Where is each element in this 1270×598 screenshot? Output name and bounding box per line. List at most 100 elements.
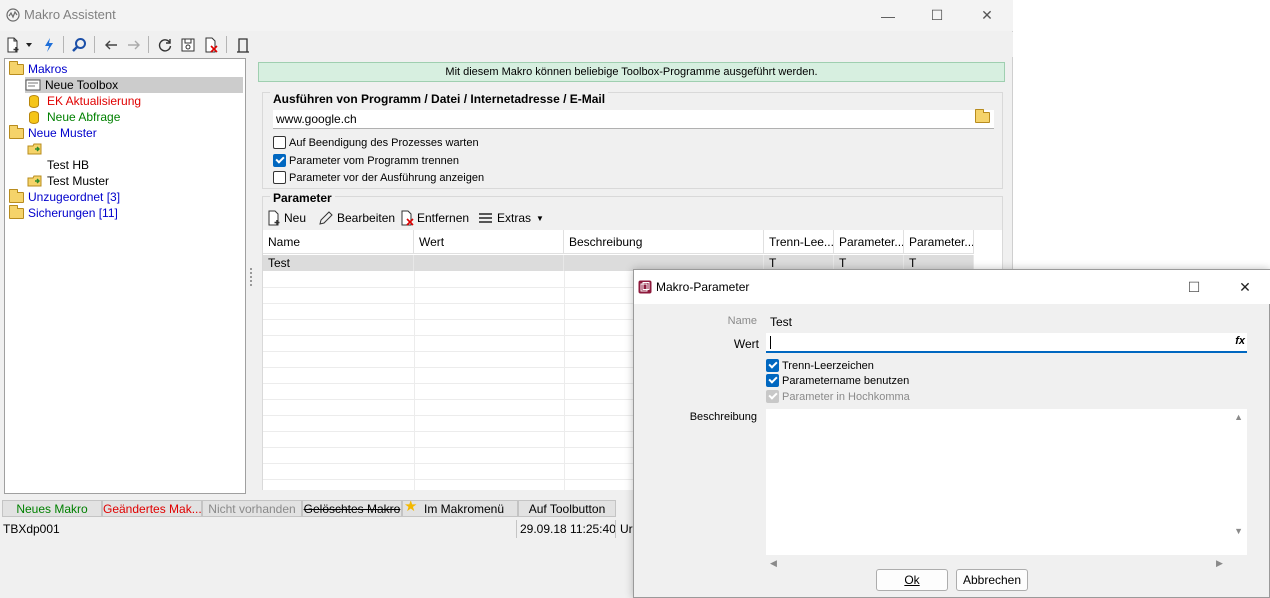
folder-icon	[9, 188, 24, 203]
checkbox[interactable]	[766, 374, 779, 387]
dialog-close-button[interactable]: ✕	[1222, 272, 1268, 303]
status-id: TBXdp001	[3, 522, 60, 536]
tree-item-label: Neue Muster	[28, 126, 97, 140]
close-icon: ✕	[981, 7, 993, 23]
exit-button[interactable]	[232, 34, 254, 55]
param-edit-label: Bearbeiten	[337, 211, 396, 225]
name-value: Test	[770, 315, 793, 329]
checkbox[interactable]	[766, 390, 779, 403]
column-header-param2[interactable]: Parameter...	[904, 230, 974, 254]
forward-button[interactable]	[123, 34, 145, 55]
splitter-handle[interactable]	[250, 268, 252, 286]
column-header-wert[interactable]: Wert	[414, 230, 564, 254]
formula-icon[interactable]: fx	[1235, 335, 1245, 347]
new-button[interactable]	[2, 34, 24, 55]
checkbox[interactable]	[273, 154, 286, 167]
scroll-down-icon[interactable]: ▼	[1234, 526, 1243, 536]
table-cell	[414, 255, 564, 271]
ok-label: Ok	[904, 573, 920, 587]
toolbar-separator	[148, 36, 149, 53]
option-wait-process[interactable]: Auf Beendigung des Prozesses warten	[273, 136, 479, 149]
tree-item-neue-toolbox[interactable]: Neue Toolbox	[25, 77, 243, 93]
status-user: Ur	[620, 522, 633, 536]
database-icon	[29, 110, 39, 124]
tree-item-sicherungen[interactable]: Sicherungen [11]	[9, 204, 118, 221]
new-icon	[268, 210, 280, 226]
run-icon	[45, 37, 53, 52]
legend-missing-macro: Nicht vorhanden	[202, 500, 302, 517]
dialog-maximize-button[interactable]: ☐	[1171, 272, 1217, 303]
database-icon	[29, 94, 39, 108]
scroll-right-icon[interactable]: ▶	[1216, 558, 1223, 569]
refresh-icon	[158, 38, 172, 52]
tree-item-neue-muster[interactable]: Neue Muster	[9, 124, 97, 141]
param-edit-button[interactable]: Bearbeiten	[318, 208, 395, 228]
tree-item-test-muster[interactable]: Test Muster	[27, 173, 109, 189]
scroll-left-icon[interactable]: ◀	[770, 558, 777, 569]
ok-button[interactable]: Ok	[876, 569, 948, 591]
option-trenn-leerzeichen[interactable]: Trenn-Leerzeichen	[766, 359, 874, 372]
tree-item-makros[interactable]: Makros	[9, 60, 68, 77]
param-new-button[interactable]: Neu	[266, 208, 306, 228]
tree-item-unzugeordnet[interactable]: Unzugeordnet [3]	[9, 188, 120, 205]
text-cursor	[770, 336, 771, 349]
checkbox[interactable]	[273, 171, 286, 184]
checkbox[interactable]	[273, 136, 286, 149]
new-dropdown-button[interactable]	[22, 34, 36, 55]
exit-icon	[237, 37, 249, 53]
option-hochkomma[interactable]: Parameter in Hochkomma	[766, 390, 910, 403]
run-button[interactable]	[38, 34, 60, 55]
minimize-button[interactable]: —	[865, 0, 911, 31]
folder-arrow-icon	[27, 143, 42, 155]
search-button[interactable]	[68, 34, 90, 55]
checkbox-label: Parameter vor der Ausführung anzeigen	[289, 171, 485, 184]
tree-item-ek-aktualisierung[interactable]: EK Aktualisierung	[25, 93, 141, 109]
column-header-param1[interactable]: Parameter...	[834, 230, 904, 254]
tree-item-unnamed[interactable]	[27, 141, 47, 157]
table-cell: Test	[263, 255, 414, 271]
save-button[interactable]	[177, 34, 199, 55]
macro-tree: Makros Neue Toolbox EK Aktualisierung Ne…	[4, 58, 246, 494]
exec-group-title: Ausführen von Programm / Datei / Interne…	[270, 92, 609, 106]
maximize-button[interactable]: ☐	[914, 0, 960, 31]
param-extras-button[interactable]: Extras ▼	[478, 208, 544, 228]
cancel-label: Abbrechen	[962, 573, 1022, 587]
close-button[interactable]: ✕	[964, 0, 1010, 31]
save-icon	[181, 38, 195, 51]
refresh-button[interactable]	[154, 34, 176, 55]
beschreibung-textarea[interactable]: ▲ ▼ ◀ ▶	[766, 409, 1247, 568]
folder-icon	[9, 60, 24, 75]
toolbar	[0, 32, 1013, 57]
grid-line	[414, 271, 415, 490]
name-label: Name	[727, 315, 757, 327]
column-header-name[interactable]: Name	[263, 230, 414, 254]
wert-label: Wert	[733, 337, 759, 351]
back-button[interactable]	[100, 34, 122, 55]
tree-item-neue-abfrage[interactable]: Neue Abfrage	[25, 109, 120, 125]
back-icon	[105, 40, 117, 49]
delete-button[interactable]	[200, 34, 222, 55]
column-header-trenn[interactable]: Trenn-Lee...	[764, 230, 834, 254]
info-banner: Mit diesem Makro können beliebige Toolbo…	[258, 62, 1005, 82]
option-separate-params[interactable]: Parameter vom Programm trennen	[273, 154, 459, 167]
window-title: Makro Assistent	[24, 7, 116, 22]
dropdown-icon	[26, 42, 32, 47]
param-remove-label: Entfernen	[417, 211, 470, 225]
checkbox-label: Trenn-Leerzeichen	[782, 359, 874, 372]
tree-item-label: Makros	[28, 62, 68, 76]
folder-icon	[9, 204, 24, 219]
scroll-up-icon[interactable]: ▲	[1234, 412, 1243, 422]
column-header-beschreibung[interactable]: Beschreibung	[564, 230, 764, 254]
chevron-down-icon: ▼	[536, 213, 544, 223]
legend-in-menu-label: Im Makromenü	[424, 502, 505, 516]
cancel-button[interactable]: Abbrechen	[956, 569, 1028, 591]
checkbox-label: Parameter in Hochkomma	[782, 390, 910, 403]
url-input[interactable]: www.google.ch	[273, 110, 994, 129]
param-remove-button[interactable]: Entfernen	[399, 208, 469, 228]
wert-input[interactable]: fx	[766, 333, 1247, 353]
option-show-params[interactable]: Parameter vor der Ausführung anzeigen	[273, 171, 484, 184]
tree-item-test-hb[interactable]: Test HB	[27, 157, 89, 173]
option-parametername[interactable]: Parametername benutzen	[766, 374, 909, 387]
browse-button[interactable]	[975, 109, 994, 126]
checkbox[interactable]	[766, 359, 779, 372]
